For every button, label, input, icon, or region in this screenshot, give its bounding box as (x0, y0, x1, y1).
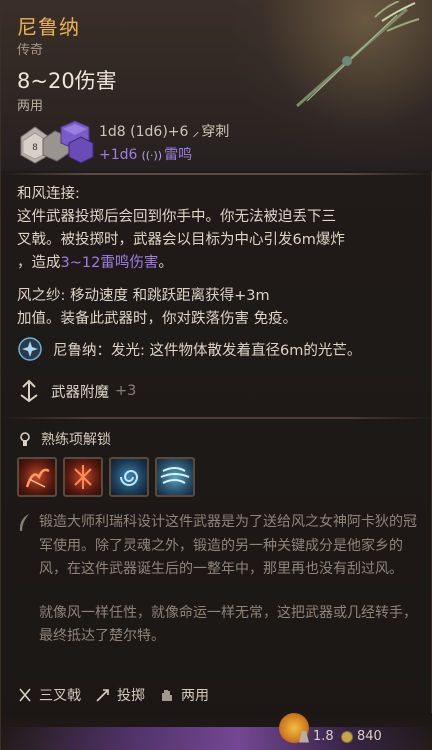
weapon-ability-line: 这件武器投掷后会回到你手中。你无法被迫丢下三 (17, 209, 336, 225)
item-name: 尼鲁纳 (17, 15, 80, 39)
skill-flame-icon[interactable] (17, 457, 57, 497)
weight-value: 1.8 (313, 729, 334, 744)
thunder-icon: ((·)) (141, 149, 163, 162)
section-divider (1, 417, 432, 419)
damage-roll-value: 1d8 (1d6)+6 (99, 124, 189, 140)
lock-unlock-icon (20, 432, 30, 446)
lore-text: 锻造大师利瑞科设计这件武器是为了送给风之女神阿卡狄的冠军使用。除了灵魂之外，锻造… (39, 511, 417, 649)
skill-swirl-icon[interactable] (109, 457, 149, 497)
thunder-damage-text: 3~12雷鸣伤害 (60, 255, 159, 271)
bonus-roll-value: +1d6 (99, 147, 138, 163)
damage-roll: 1d8 (1d6)+6 ⸝ 穿刺 (99, 121, 229, 141)
throw-icon (96, 689, 109, 702)
lore-paragraph: 锻造大师利瑞科设计这件武器是为了送给风之女神阿卡狄的冠军使用。除了灵魂之外，锻造… (39, 514, 417, 577)
damage-type: 穿刺 (201, 124, 230, 140)
item-tooltip: 尼鲁纳 传奇 8~20伤害 两用 8 6 1d8 (1d6)+6⸝穿刺 +1d6… (0, 0, 432, 750)
text-segment: 。 (158, 255, 173, 271)
hand-icon (162, 690, 172, 701)
weight-icon (299, 730, 309, 743)
light-passive-icon (18, 337, 42, 361)
throw-tag: 投掷 (95, 685, 145, 705)
wind-veil-line: 加值。装备此武器时，你对跌落伤害 免疫。 (17, 311, 298, 327)
lore-paragraph: 就像风一样任性，就像命运一样无常，这把武器或几经转手，最终抵达了楚尔特。 (39, 604, 417, 645)
passive-text: 尼鲁纳：发光: 这件物体散发着直径6m的光芒。 (53, 342, 362, 359)
weapon-type-tag: 三叉戟 (17, 685, 81, 705)
weapon-ability-line: 叉戟。被投掷时，武器会以目标为中心引发6m爆炸 (17, 232, 345, 248)
tooltip-header: 尼鲁纳 传奇 8~20伤害 两用 8 6 1d8 (1d6)+6⸝穿刺 +1d6… (1, 0, 432, 171)
skill-wind-icon[interactable] (155, 457, 195, 497)
skill-rune-icon[interactable] (63, 457, 103, 497)
weapon-ability-heading: 和风连接: (17, 186, 80, 202)
gold-coin-icon (341, 730, 353, 743)
proficiency-header: 熟练项解锁 (17, 429, 111, 449)
gold-value: 840 (357, 729, 382, 744)
bonus-roll: +1d6 ((·)) 雷鸣 (99, 144, 192, 164)
dice-icon: 8 6 (20, 120, 94, 164)
item-weight: 1.8 (299, 729, 334, 744)
proficiency-label: 熟练项解锁 (41, 432, 111, 448)
enchantment-icon (20, 379, 38, 403)
trident-icon (19, 688, 31, 702)
section-divider (1, 173, 432, 175)
enchantment-label: 武器附魔 (51, 384, 109, 401)
throw-label: 投掷 (117, 688, 145, 704)
pierce-icon: ⸝ (192, 124, 200, 140)
item-handedness: 两用 (17, 99, 44, 114)
wind-veil-line: 风之纱: 移动速度 和跳跃距离获得+3m (17, 288, 270, 304)
skill-list (17, 457, 195, 497)
footer-tags: 三叉戟 投掷 两用 (17, 685, 223, 705)
weapon-enchantment: 武器附魔 +3 (17, 379, 136, 403)
weapon-ability-line: ，造成3~12雷鸣伤害。 (17, 252, 173, 275)
text-segment: ，造成 (17, 255, 61, 271)
hands-label: 两用 (181, 688, 209, 704)
weapon-type: 三叉戟 (39, 688, 81, 704)
bonus-type: 雷鸣 (164, 147, 193, 163)
item-damage: 8~20伤害 (17, 69, 117, 93)
item-value: 840 (341, 729, 382, 744)
enchantment-value: +3 (115, 383, 137, 399)
passive-light[interactable]: 尼鲁纳：发光: 这件物体散发着直径6m的光芒。 (17, 336, 361, 362)
quill-icon (19, 514, 29, 531)
hands-tag: 两用 (159, 685, 209, 705)
trident-illustration (296, 1, 420, 108)
item-rarity: 传奇 (17, 43, 44, 58)
svg-text:8: 8 (32, 143, 38, 153)
